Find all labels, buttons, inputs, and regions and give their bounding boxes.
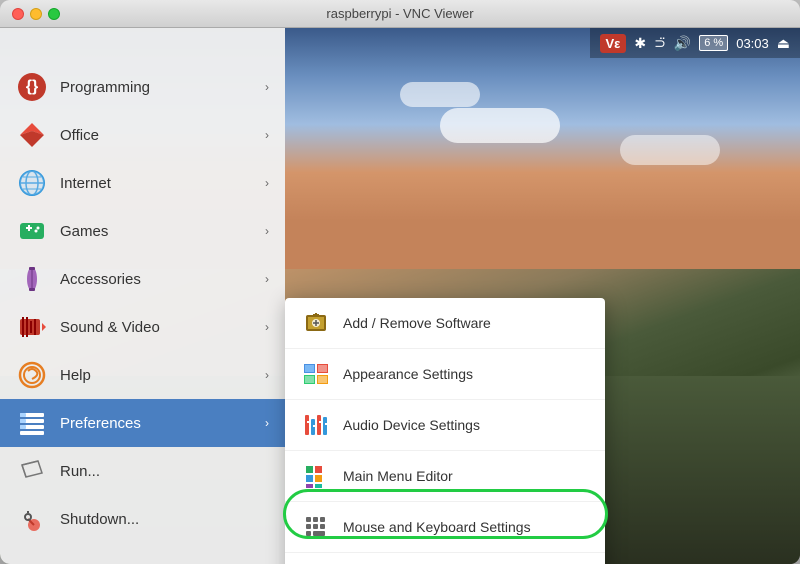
shutdown-icon bbox=[16, 503, 48, 535]
submenu-audio-device-settings[interactable]: Audio Device Settings bbox=[285, 400, 605, 451]
games-arrow: › bbox=[265, 224, 269, 238]
submenu-main-menu-editor[interactable]: Main Menu Editor bbox=[285, 451, 605, 502]
games-label: Games bbox=[60, 223, 265, 240]
add-remove-software-icon bbox=[301, 308, 331, 338]
sidebar-item-help[interactable]: Help › bbox=[0, 351, 285, 399]
accessories-label: Accessories bbox=[60, 271, 265, 288]
preferences-label: Preferences bbox=[60, 415, 265, 432]
bluetooth-icon: ✱ bbox=[634, 35, 646, 52]
mouse-keyboard-settings-icon bbox=[301, 512, 331, 542]
appearance-settings-label: Appearance Settings bbox=[343, 366, 473, 382]
sidebar-item-office[interactable]: Office › bbox=[0, 111, 285, 159]
sidebar-item-shutdown[interactable]: Shutdown... bbox=[0, 495, 285, 543]
battery-indicator: 6 % bbox=[699, 35, 728, 51]
sidebar-menu: {} Programming › Office › bbox=[0, 28, 285, 564]
office-icon bbox=[16, 119, 48, 151]
sidebar-item-preferences[interactable]: Preferences › bbox=[0, 399, 285, 447]
help-icon bbox=[16, 359, 48, 391]
preferences-submenu: Add / Remove Software Appe bbox=[285, 298, 605, 564]
traffic-lights bbox=[12, 8, 60, 20]
submenu-raspberry-pi-configuration[interactable]: Raspberry Pi Configuration bbox=[285, 553, 605, 564]
cloud-2 bbox=[400, 82, 480, 107]
sidebar-item-programming[interactable]: {} Programming › bbox=[0, 63, 285, 111]
main-window: raspberrypi - VNC Viewer Vε ✱ ⊃̈ 🔊 6 % 0… bbox=[0, 0, 800, 564]
content-area: Vε ✱ ⊃̈ 🔊 6 % 03:03 ⏏ {} Programming › bbox=[0, 28, 800, 564]
programming-label: Programming bbox=[60, 79, 265, 96]
eject-icon: ⏏ bbox=[777, 35, 790, 52]
help-arrow: › bbox=[265, 368, 269, 382]
submenu-appearance-settings[interactable]: Appearance Settings bbox=[285, 349, 605, 400]
programming-arrow: › bbox=[265, 80, 269, 94]
main-menu-editor-label: Main Menu Editor bbox=[343, 468, 453, 484]
internet-arrow: › bbox=[265, 176, 269, 190]
submenu-add-remove-software[interactable]: Add / Remove Software bbox=[285, 298, 605, 349]
accessories-icon bbox=[16, 263, 48, 295]
taskbar: Vε ✱ ⊃̈ 🔊 6 % 03:03 ⏏ bbox=[590, 28, 800, 58]
battery-label: 6 % bbox=[704, 37, 723, 49]
add-remove-software-label: Add / Remove Software bbox=[343, 315, 491, 331]
sound-video-label: Sound & Video bbox=[60, 319, 265, 336]
window-title: raspberrypi - VNC Viewer bbox=[326, 6, 473, 21]
sound-video-icon bbox=[16, 311, 48, 343]
sidebar-item-games[interactable]: Games › bbox=[0, 207, 285, 255]
office-arrow: › bbox=[265, 128, 269, 142]
appearance-settings-icon bbox=[301, 359, 331, 389]
office-label: Office bbox=[60, 127, 265, 144]
programming-icon: {} bbox=[16, 71, 48, 103]
cloud-1 bbox=[440, 108, 560, 143]
volume-icon: 🔊 bbox=[674, 35, 691, 52]
internet-icon bbox=[16, 167, 48, 199]
games-icon bbox=[16, 215, 48, 247]
main-menu-editor-icon bbox=[301, 461, 331, 491]
run-label: Run... bbox=[60, 463, 269, 480]
sidebar-item-run[interactable]: Run... bbox=[0, 447, 285, 495]
run-icon bbox=[16, 455, 48, 487]
minimize-button[interactable] bbox=[30, 8, 42, 20]
sidebar-item-accessories[interactable]: Accessories › bbox=[0, 255, 285, 303]
sound-video-arrow: › bbox=[265, 320, 269, 334]
maximize-button[interactable] bbox=[48, 8, 60, 20]
titlebar: raspberrypi - VNC Viewer bbox=[0, 0, 800, 28]
audio-device-settings-label: Audio Device Settings bbox=[343, 417, 480, 433]
preferences-arrow: › bbox=[265, 416, 269, 430]
submenu-mouse-keyboard-settings[interactable]: Mouse and Keyboard Settings bbox=[285, 502, 605, 553]
wifi-icon: ⊃̈ bbox=[654, 35, 666, 52]
sidebar-item-internet[interactable]: Internet › bbox=[0, 159, 285, 207]
close-button[interactable] bbox=[12, 8, 24, 20]
internet-label: Internet bbox=[60, 175, 265, 192]
accessories-arrow: › bbox=[265, 272, 269, 286]
preferences-icon bbox=[16, 407, 48, 439]
help-label: Help bbox=[60, 367, 265, 384]
shutdown-label: Shutdown... bbox=[60, 511, 269, 528]
audio-device-settings-icon bbox=[301, 410, 331, 440]
sidebar-item-sound-video[interactable]: Sound & Video › bbox=[0, 303, 285, 351]
clock: 03:03 bbox=[736, 36, 769, 51]
cloud-3 bbox=[620, 135, 720, 165]
vnc-logo: Vε bbox=[600, 34, 627, 53]
mouse-keyboard-settings-label: Mouse and Keyboard Settings bbox=[343, 519, 531, 535]
